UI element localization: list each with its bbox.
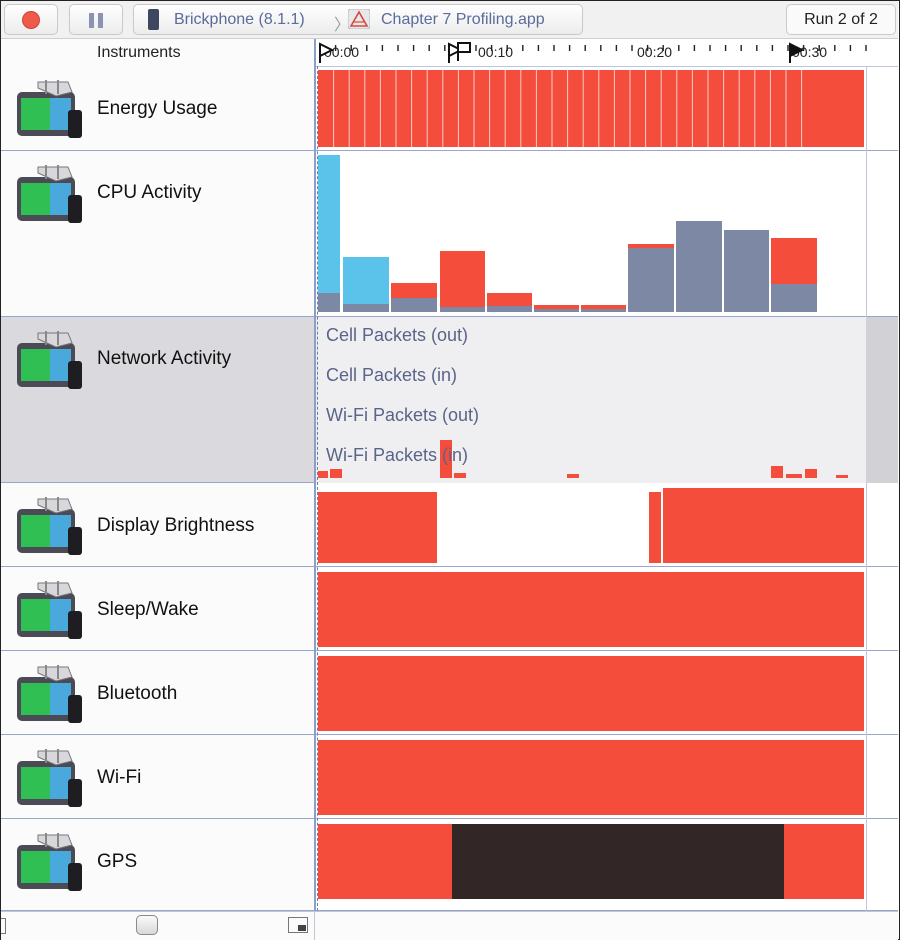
wifi-bar (318, 740, 864, 815)
instrument-label: Wi-Fi (97, 767, 142, 788)
target-path-bar[interactable]: Brickphone (8.1.1) 〉 Chapter 7 Profiling… (133, 4, 583, 35)
instrument-device-icon (16, 80, 86, 140)
cpu-activity-bars (318, 155, 817, 312)
sleep-wake-bar (318, 572, 864, 647)
playhead-line[interactable] (317, 66, 318, 911)
pause-button[interactable] (69, 4, 123, 35)
scroll-thumb[interactable] (136, 915, 158, 935)
instrument-label: CPU Activity (97, 182, 202, 203)
instrument-device-icon (16, 331, 86, 391)
flag-icon[interactable] (787, 41, 807, 65)
instrument-label: Sleep/Wake (97, 599, 199, 620)
bottom-bar (1, 911, 898, 940)
phone-icon (148, 9, 159, 30)
flag-icon[interactable] (317, 41, 337, 65)
instrument-label: Network Activity (97, 348, 232, 369)
timeline-right-gutter (866, 66, 899, 911)
instrument-label: Energy Usage (97, 98, 218, 119)
display-brightness-bars (318, 488, 864, 563)
pause-icon (89, 13, 94, 28)
toolbar: Brickphone (8.1.1) 〉 Chapter 7 Profiling… (1, 1, 898, 39)
flag-icon[interactable] (446, 41, 476, 65)
instrument-label: Bluetooth (97, 683, 178, 704)
tick-label: 00:20 (637, 44, 673, 60)
instrument-device-icon (16, 165, 86, 225)
selected-row-gutter (866, 317, 898, 483)
network-series-label: Cell Packets (out) (326, 325, 469, 345)
time-ruler[interactable]: 00:00 00:10 00:20 00:30 (316, 39, 898, 67)
instruments-app-icon (348, 9, 370, 29)
app-name[interactable]: Chapter 7 Profiling.app (381, 11, 545, 29)
instrument-label: GPS (97, 851, 138, 872)
network-series-label: Wi-Fi Packets (in) (326, 445, 469, 465)
network-series-label: Wi-Fi Packets (out) (326, 405, 480, 425)
tick-label: 00:10 (478, 44, 514, 60)
split-view-icon[interactable] (288, 917, 308, 933)
run-selector[interactable]: Run 2 of 2 (786, 4, 896, 35)
instrument-device-icon (16, 833, 86, 893)
device-name[interactable]: Brickphone (8.1.1) (174, 11, 305, 29)
instrument-device-icon (16, 497, 86, 557)
instrument-device-icon (16, 749, 86, 809)
bluetooth-bar (318, 656, 864, 731)
timeline-tracks[interactable] (316, 66, 866, 911)
record-icon (22, 11, 40, 29)
energy-track-bar (318, 70, 864, 147)
network-series-label: Cell Packets (in) (326, 365, 458, 385)
gps-bars (318, 824, 864, 899)
instruments-header: Instruments (97, 44, 181, 61)
instrument-device-icon (16, 581, 86, 641)
record-button[interactable] (4, 4, 58, 35)
instrument-device-icon (16, 665, 86, 725)
instrument-label: Display Brightness (97, 515, 255, 536)
corner-icon (1, 918, 6, 934)
